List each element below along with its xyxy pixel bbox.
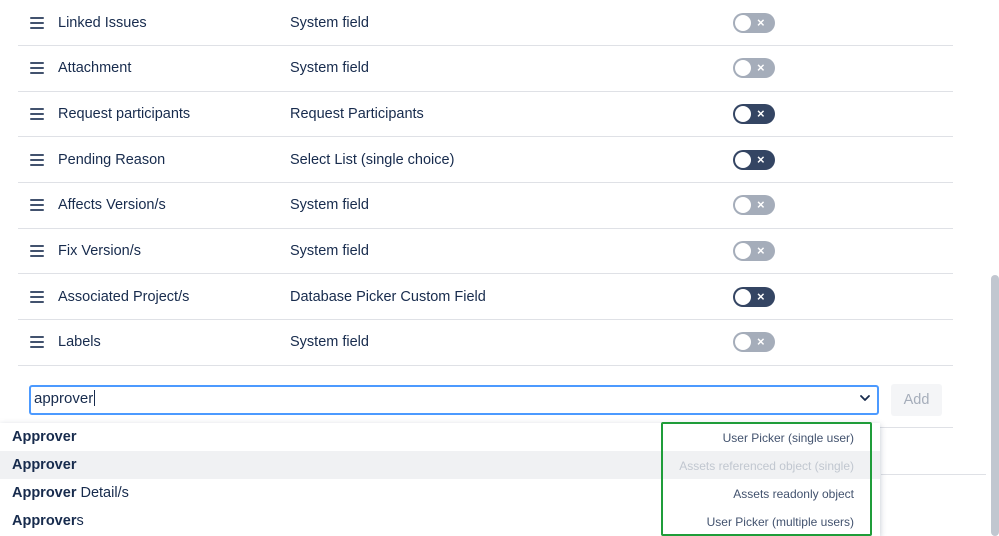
- field-name: Affects Version/s: [58, 197, 166, 214]
- fields-table: Linked Issues System field × Attachment …: [18, 0, 953, 366]
- field-name: Request participants: [58, 106, 191, 123]
- drag-handle-icon[interactable]: [30, 290, 44, 303]
- option-match: Approver: [12, 429, 77, 445]
- text-caret: [94, 390, 96, 406]
- option-type: User Picker (single user): [722, 431, 854, 445]
- toggle-knob: [735, 106, 751, 123]
- field-type: System field: [290, 334, 369, 351]
- field-row: Labels System field ×: [18, 320, 953, 366]
- field-toggle[interactable]: ×: [733, 149, 775, 170]
- toggle-knob: [735, 151, 751, 168]
- drag-handle-icon[interactable]: [30, 245, 44, 258]
- close-icon: ×: [757, 151, 765, 167]
- toggle-knob: [735, 288, 751, 305]
- add-field-row: approver Add: [18, 372, 953, 428]
- field-row: Linked Issues System field ×: [18, 0, 953, 46]
- option-match: Approver: [12, 513, 77, 529]
- field-type: System field: [290, 197, 369, 214]
- toggle-knob: [735, 243, 751, 260]
- field-row: Pending Reason Select List (single choic…: [18, 137, 953, 184]
- field-toggle[interactable]: ×: [733, 58, 775, 79]
- drag-handle-icon[interactable]: [30, 153, 44, 166]
- dropdown-option[interactable]: Approver User Picker (single user): [0, 423, 880, 451]
- option-type: Assets referenced object (single): [679, 459, 854, 473]
- drag-handle-icon[interactable]: [30, 199, 44, 212]
- dropdown-option[interactable]: Approvers User Picker (multiple users): [0, 507, 880, 535]
- option-rest: s: [76, 513, 84, 529]
- field-name: Attachment: [58, 60, 132, 77]
- close-icon: ×: [757, 334, 765, 350]
- field-row: Attachment System field ×: [18, 46, 953, 92]
- close-icon: ×: [757, 106, 765, 122]
- field-row: Affects Version/s System field ×: [18, 183, 953, 229]
- autocomplete-dropdown: Approver User Picker (single user) Appro…: [0, 423, 880, 536]
- field-row: Request participants Request Participant…: [18, 92, 953, 138]
- drag-handle-icon[interactable]: [30, 16, 44, 29]
- drag-handle-icon[interactable]: [30, 336, 44, 349]
- field-type: System field: [290, 243, 369, 260]
- field-toggle[interactable]: ×: [733, 104, 775, 125]
- field-type: System field: [290, 14, 369, 31]
- close-icon: ×: [757, 288, 765, 304]
- field-toggle[interactable]: ×: [733, 241, 775, 262]
- close-icon: ×: [757, 14, 765, 30]
- add-button[interactable]: Add: [891, 384, 942, 416]
- field-toggle[interactable]: ×: [733, 332, 775, 353]
- drag-handle-icon[interactable]: [30, 108, 44, 121]
- field-name: Pending Reason: [58, 151, 166, 168]
- option-rest: Detail/s: [76, 485, 129, 501]
- dropdown-option[interactable]: Approver Assets referenced object (singl…: [0, 451, 880, 479]
- toggle-knob: [735, 60, 751, 77]
- option-type: Assets readonly object: [733, 487, 854, 501]
- search-input-value: approver: [34, 390, 94, 407]
- field-name: Associated Project/s: [58, 288, 190, 305]
- field-toggle[interactable]: ×: [733, 286, 775, 307]
- drag-handle-icon[interactable]: [30, 62, 44, 75]
- toggle-knob: [735, 197, 751, 214]
- field-type: Request Participants: [290, 106, 424, 123]
- dropdown-option[interactable]: Approver Detail/s Assets readonly object: [0, 479, 880, 507]
- close-icon: ×: [757, 197, 765, 213]
- option-type: User Picker (multiple users): [706, 515, 854, 529]
- close-icon: ×: [757, 60, 765, 76]
- divider: [881, 474, 986, 475]
- field-name: Linked Issues: [58, 14, 147, 31]
- field-name: Labels: [58, 334, 101, 351]
- field-type: System field: [290, 60, 369, 77]
- scrollbar[interactable]: [991, 275, 999, 536]
- option-match: Approver: [12, 457, 77, 473]
- field-type: Database Picker Custom Field: [290, 288, 486, 305]
- field-row: Associated Project/s Database Picker Cus…: [18, 274, 953, 321]
- option-match: Approver: [12, 485, 77, 501]
- field-toggle[interactable]: ×: [733, 195, 775, 216]
- field-type: Select List (single choice): [290, 151, 455, 168]
- field-row: Fix Version/s System field ×: [18, 229, 953, 275]
- close-icon: ×: [757, 243, 765, 259]
- field-name: Fix Version/s: [58, 243, 141, 260]
- toggle-knob: [735, 14, 751, 31]
- chevron-down-icon[interactable]: [859, 392, 871, 404]
- field-search-input[interactable]: approver: [29, 385, 879, 415]
- field-toggle[interactable]: ×: [733, 12, 775, 33]
- toggle-knob: [735, 334, 751, 351]
